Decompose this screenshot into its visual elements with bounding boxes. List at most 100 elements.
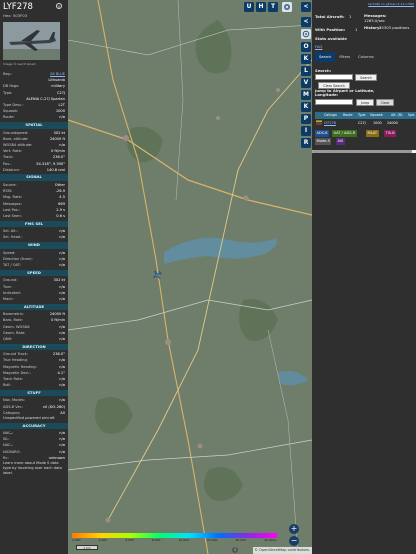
stats-available-label: Stats available: [315, 36, 347, 41]
attribution-info-icon[interactable]: i: [232, 547, 238, 553]
detail-row: TAT / OAT: n/a: [0, 262, 68, 268]
tab-columns[interactable]: Columns: [354, 52, 378, 62]
flag-icon: [316, 120, 322, 125]
section-spatial[interactable]: SPATIAL: [0, 122, 68, 129]
messages-rate: 1263.0/sec: [364, 18, 385, 23]
detail-value: n/a: [59, 263, 65, 268]
hex-line: Hex: 503F03: [3, 13, 66, 18]
jump-input[interactable]: [315, 99, 353, 105]
legend-label: 40,000+: [263, 538, 277, 542]
detail-key: Sel. Head.:: [3, 235, 23, 240]
center-map-button[interactable]: [301, 29, 311, 39]
map-layer-button-strip: < < OKLVMKPIR: [300, 0, 312, 554]
layer-button-k[interactable]: K: [301, 54, 311, 64]
search-input[interactable]: [315, 74, 353, 80]
detail-key: QNH:: [3, 336, 13, 341]
map-canvas[interactable]: U H T + − 1,000 2,000 4,000 8,000 10,000 20,0…: [68, 0, 312, 554]
row-callsign[interactable]: LYF278: [324, 120, 336, 126]
history-value: 25303 positions: [379, 25, 410, 30]
zoom-out-button[interactable]: −: [289, 536, 299, 546]
jump-label: Jump to Airport or Latitude, Longitude:: [315, 88, 375, 98]
tar1090-repo-link[interactable]: tar1090 on github (3.14.1708): [368, 2, 414, 6]
detail-value: n/a: [59, 235, 65, 240]
table-header: Callsign Route Type Squawk Alt. (ft) Spd…: [315, 112, 416, 119]
layer-button-i[interactable]: I: [301, 126, 311, 136]
collapse-sidebar-button[interactable]: <: [301, 2, 311, 12]
aircraft-photo[interactable]: [3, 22, 60, 60]
tab-search[interactable]: Search: [315, 52, 336, 62]
aircraft-marker[interactable]: [152, 270, 162, 280]
lithuania-flag-icon: [316, 120, 322, 125]
filter-mlat[interactable]: MLAT: [366, 130, 379, 137]
layer-button-o[interactable]: O: [301, 42, 311, 52]
section-signal[interactable]: SIGNAL: [0, 174, 68, 181]
section-stuff[interactable]: STUFF: [0, 389, 68, 397]
layer-button-m[interactable]: M: [301, 90, 311, 100]
with-position-value: 1: [355, 27, 358, 32]
airplane-icon: [153, 270, 162, 279]
map-button-t[interactable]: T: [268, 2, 278, 12]
detail-row: Roll: n/a: [0, 382, 68, 388]
total-aircraft-value: 1: [349, 14, 352, 19]
horizontal-scrollbar[interactable]: [312, 150, 416, 153]
section-wind[interactable]: WIND: [0, 242, 68, 249]
legend-label: 8,000: [151, 538, 161, 542]
crosshair-icon: [302, 30, 310, 38]
col-callsign[interactable]: Callsign: [324, 112, 337, 119]
detail-value: n/a: [59, 383, 65, 388]
col-route[interactable]: Route: [343, 112, 353, 119]
filter-ais[interactable]: AIS: [336, 138, 345, 145]
filter-uat-ads-r[interactable]: UAT / ADS-R: [332, 130, 357, 137]
layer-button-v[interactable]: V: [301, 78, 311, 88]
section-altitude[interactable]: ALTITUDE: [0, 303, 68, 311]
tab-filters[interactable]: Filters: [335, 52, 354, 62]
col-type[interactable]: Type: [358, 112, 366, 119]
aircraft-list-panel: tar1090 on github (3.14.1708) Total Airc…: [312, 0, 416, 554]
section-direction[interactable]: DIRECTION: [0, 343, 68, 351]
layer-button-r[interactable]: R: [301, 138, 311, 148]
map-settings-button[interactable]: [282, 2, 292, 12]
table-row[interactable]: LYF278 C27J 1000 24000: [315, 120, 416, 126]
row-type: C27J: [358, 121, 366, 125]
close-icon[interactable]: ×: [56, 3, 62, 9]
faq-link[interactable]: FAQ: [315, 44, 322, 49]
legend-label: 1,000: [72, 538, 81, 542]
section-fms-sel[interactable]: FMS SEL: [0, 220, 68, 228]
map-button-h[interactable]: H: [256, 2, 266, 12]
zoom-in-button[interactable]: +: [289, 524, 299, 534]
detail-key: Roll:: [3, 383, 11, 388]
layer-button-p[interactable]: P: [301, 114, 311, 124]
detail-key: Last Seen:: [3, 213, 22, 218]
layer-button-k[interactable]: K: [301, 102, 311, 112]
detail-key: Type:: [3, 90, 13, 95]
section-accuracy[interactable]: ACCURACY: [0, 422, 68, 430]
filter-mode-s[interactable]: Mode-S: [315, 138, 332, 145]
layer-button-l[interactable]: L: [301, 66, 311, 76]
tar1090-app: LYF278 Hex: 503F03 × Image © Gerrit Grie…: [0, 0, 416, 554]
detail-key: Mach:: [3, 296, 14, 301]
detail-value: n/a: [59, 115, 65, 120]
detail-value: 0.6 s: [56, 213, 65, 218]
clear-jump-button[interactable]: Clear: [376, 99, 394, 106]
search-button[interactable]: Search: [355, 74, 377, 81]
section-speed[interactable]: SPEED: [0, 269, 68, 277]
filter-ads-b[interactable]: ADS-B: [315, 130, 330, 137]
detail-value: 140.8 nmi: [46, 167, 65, 172]
jump-button[interactable]: Jump: [356, 99, 374, 106]
detail-key: TAT / OAT:: [3, 263, 21, 268]
detail-key: Route:: [3, 115, 15, 120]
hex-label: Hex:: [3, 13, 12, 18]
detail-row: QNH: n/a: [0, 336, 68, 342]
filter-tis-b[interactable]: TIS-B: [384, 130, 397, 137]
map-button-u[interactable]: U: [244, 2, 254, 12]
scrollbar-thumb[interactable]: [312, 150, 412, 153]
legend-label: 4,000: [125, 538, 134, 542]
col-altitude[interactable]: Alt. (ft): [391, 112, 403, 119]
col-speed[interactable]: Spd.: [408, 112, 415, 119]
expand-info-button[interactable]: <: [301, 17, 311, 27]
col-squawk[interactable]: Squawk: [370, 112, 383, 119]
legend-label: 30,000: [235, 538, 246, 542]
detail-value: A0: [60, 410, 65, 415]
detail-row: Distance: 140.8 nmi: [0, 167, 68, 173]
detail-row: Sel. Head.: n/a: [0, 234, 68, 240]
